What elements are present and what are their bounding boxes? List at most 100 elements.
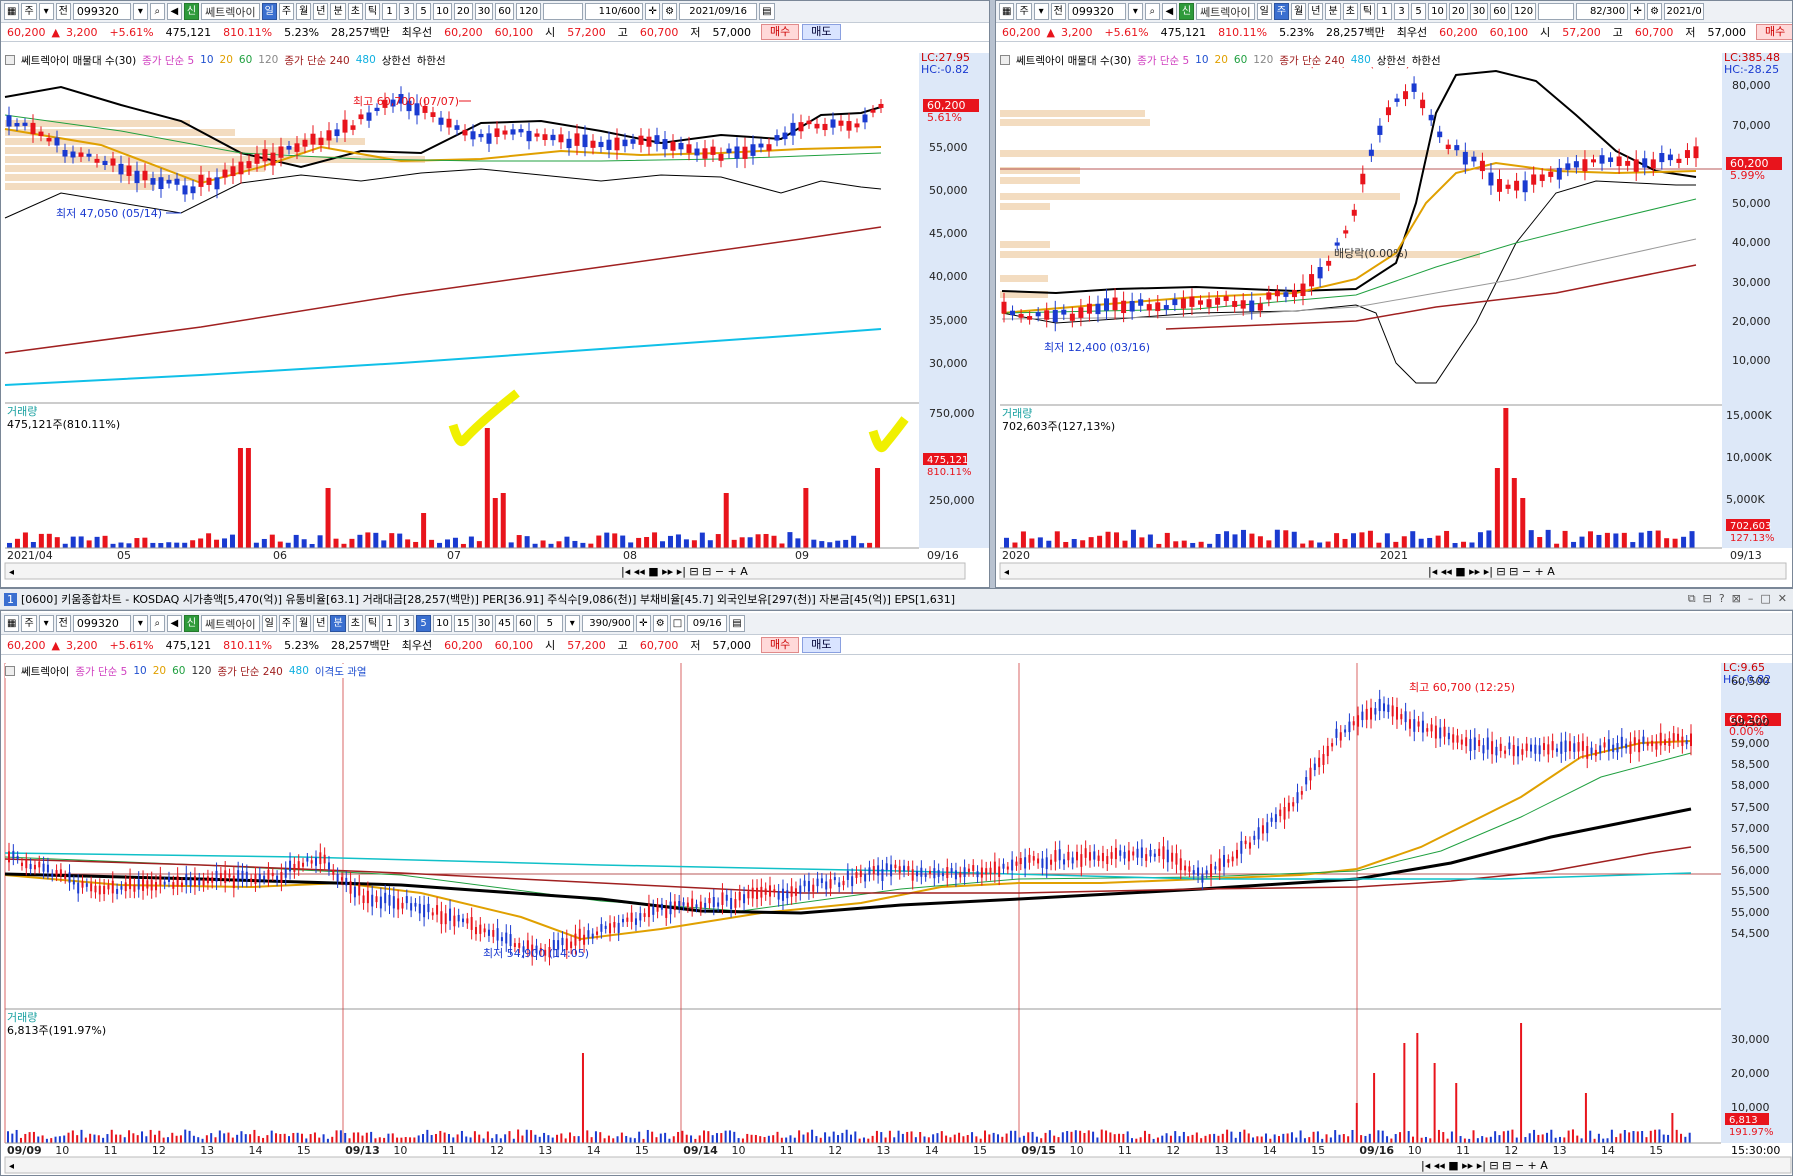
count-input[interactable]: 82/300 (1576, 3, 1629, 20)
view-monthly[interactable]: 월 (296, 615, 312, 632)
interval-60[interactable]: 60 (516, 615, 535, 632)
date-input[interactable]: 2021/09/16 (679, 3, 758, 20)
period-20[interactable]: 20 (1448, 3, 1468, 20)
period-select[interactable]: 전 (55, 615, 71, 632)
chart-type-icon[interactable]: ▦ (999, 3, 1015, 20)
interval-custom-input[interactable]: 5 (536, 615, 563, 632)
view-daily[interactable]: 일 (261, 615, 277, 632)
buy-button[interactable]: 매수 (761, 24, 800, 40)
scrollbar[interactable] (4, 562, 966, 580)
period-3[interactable]: 3 (1394, 3, 1410, 20)
interval-1[interactable]: 1 (382, 615, 398, 632)
scroll-left-icon[interactable]: ◂ (1004, 567, 1009, 578)
period-30[interactable]: 30 (1469, 3, 1489, 20)
dropdown-icon[interactable]: ▾ (1033, 3, 1049, 20)
crosshair-icon[interactable]: ✛ (635, 615, 651, 632)
view-daily[interactable]: 일 (1256, 3, 1272, 20)
buy-button[interactable]: 매수 (761, 637, 800, 653)
count-input[interactable]: 390/900 (581, 615, 634, 632)
market-select[interactable]: 주 (21, 3, 37, 20)
period-custom-input[interactable] (1538, 3, 1575, 20)
help-icon[interactable]: ? (1719, 592, 1725, 606)
search-icon[interactable]: ⌕ (149, 615, 165, 632)
view-weekly[interactable]: 주 (278, 615, 295, 632)
period-select[interactable]: 전 (1050, 3, 1066, 20)
dropdown-icon[interactable]: ▾ (38, 615, 54, 632)
view-tick[interactable]: 틱 (364, 3, 381, 20)
daily-chart-svg[interactable]: 최고 60,700 (07/07) 최저 47,050 (05/14) LC:2… (1, 43, 990, 588)
view-yearly[interactable]: 년 (313, 615, 329, 632)
scroll-controls-icon[interactable]: |◂ ◂◂ ■ ▸▸ ▸| ⊟ ⊟ − + A (1421, 1159, 1548, 1172)
date-input[interactable]: 09/16 (687, 615, 728, 632)
scroll-left-icon[interactable]: ◂ (9, 567, 14, 578)
view-monthly[interactable]: 월 (296, 3, 312, 20)
speaker-icon[interactable]: ◀ (166, 615, 182, 632)
stock-code-input[interactable]: 099320 (1067, 3, 1126, 20)
checkbox[interactable]: □ (669, 615, 686, 632)
maximize-icon[interactable]: □ (1760, 592, 1770, 606)
period-10[interactable]: 10 (433, 3, 452, 20)
view-tick[interactable]: 틱 (364, 615, 381, 632)
scroll-controls-icon[interactable]: |◂ ◂◂ ■ ▸▸ ▸| ⊟ ⊟ − + A (621, 565, 748, 578)
period-20[interactable]: 20 (453, 3, 473, 20)
period-5[interactable]: 5 (1411, 3, 1427, 20)
dropdown-icon[interactable]: ▾ (564, 615, 580, 632)
window-titlebar[interactable]: 1 [0600] 키움종합차트 - KOSDAQ 시가총액[5,470(억)] … (0, 588, 1793, 610)
period-3[interactable]: 3 (399, 3, 415, 20)
speaker-icon[interactable]: ◀ (166, 3, 182, 20)
period-1[interactable]: 1 (382, 3, 398, 20)
view-daily[interactable]: 일 (261, 3, 277, 20)
scroll-controls-icon[interactable]: |◂ ◂◂ ■ ▸▸ ▸| ⊟ ⊟ − + A (1428, 565, 1555, 578)
period-120[interactable]: 120 (1511, 3, 1537, 20)
intraday-chart-svg[interactable]: 최고 60,700 (12:25) 최저 54,900 (14:05) LC:9… (1, 657, 1793, 1176)
view-weekly[interactable]: 주 (278, 3, 295, 20)
pin-icon[interactable]: ⊠ (1732, 592, 1741, 606)
weekly-chart-svg[interactable]: 최고 83,900 (02/15) 최저 12,400 (03/16) 배당락(… (996, 43, 1793, 588)
calendar-icon[interactable]: ▤ (759, 3, 775, 20)
view-yearly[interactable]: 년 (313, 3, 329, 20)
stock-code-input[interactable]: 099320 (72, 615, 131, 632)
interval-10[interactable]: 10 (433, 615, 452, 632)
view-minute[interactable]: 분 (1325, 3, 1341, 20)
market-select[interactable]: 주 (1016, 3, 1032, 20)
interval-45[interactable]: 45 (495, 615, 515, 632)
dropdown-icon[interactable]: ▾ (38, 3, 54, 20)
speaker-icon[interactable]: ◀ (1161, 3, 1177, 20)
close-icon[interactable]: ✕ (1778, 592, 1787, 606)
calendar-icon[interactable]: ▤ (729, 615, 745, 632)
interval-5[interactable]: 5 (416, 615, 432, 632)
view-second[interactable]: 초 (347, 3, 363, 20)
buy-button[interactable]: 매수 (1756, 24, 1792, 40)
period-60[interactable]: 60 (1490, 3, 1510, 20)
link-icon[interactable]: ⊟ (1703, 592, 1712, 606)
scrollbar[interactable] (999, 562, 1787, 580)
chart-type-icon[interactable]: ▦ (4, 3, 20, 20)
sell-button[interactable]: 매도 (802, 637, 841, 653)
view-minute[interactable]: 분 (330, 3, 346, 20)
period-5[interactable]: 5 (416, 3, 432, 20)
search-icon[interactable]: ⌕ (149, 3, 165, 20)
crosshair-icon[interactable]: ✛ (1630, 3, 1646, 20)
scroll-left-icon[interactable]: ◂ (9, 1161, 14, 1172)
market-select[interactable]: 주 (21, 615, 37, 632)
period-10[interactable]: 10 (1428, 3, 1447, 20)
period-custom-input[interactable] (543, 3, 584, 20)
interval-15[interactable]: 15 (453, 615, 473, 632)
period-60[interactable]: 60 (495, 3, 515, 20)
period-30[interactable]: 30 (474, 3, 494, 20)
view-minute[interactable]: 분 (330, 615, 346, 632)
period-select[interactable]: 전 (55, 3, 71, 20)
view-monthly[interactable]: 월 (1291, 3, 1307, 20)
restore-icon[interactable]: ⧉ (1688, 592, 1696, 606)
sell-button[interactable]: 매도 (802, 24, 841, 40)
interval-30[interactable]: 30 (474, 615, 494, 632)
interval-3[interactable]: 3 (399, 615, 415, 632)
chevron-down-icon[interactable]: ▾ (132, 3, 148, 20)
view-tick[interactable]: 틱 (1359, 3, 1376, 20)
settings-icon[interactable]: ⚙ (662, 3, 678, 20)
view-yearly[interactable]: 년 (1308, 3, 1324, 20)
search-icon[interactable]: ⌕ (1144, 3, 1160, 20)
count-input[interactable]: 110/600 (585, 3, 644, 20)
chevron-down-icon[interactable]: ▾ (132, 615, 148, 632)
chevron-down-icon[interactable]: ▾ (1127, 3, 1143, 20)
